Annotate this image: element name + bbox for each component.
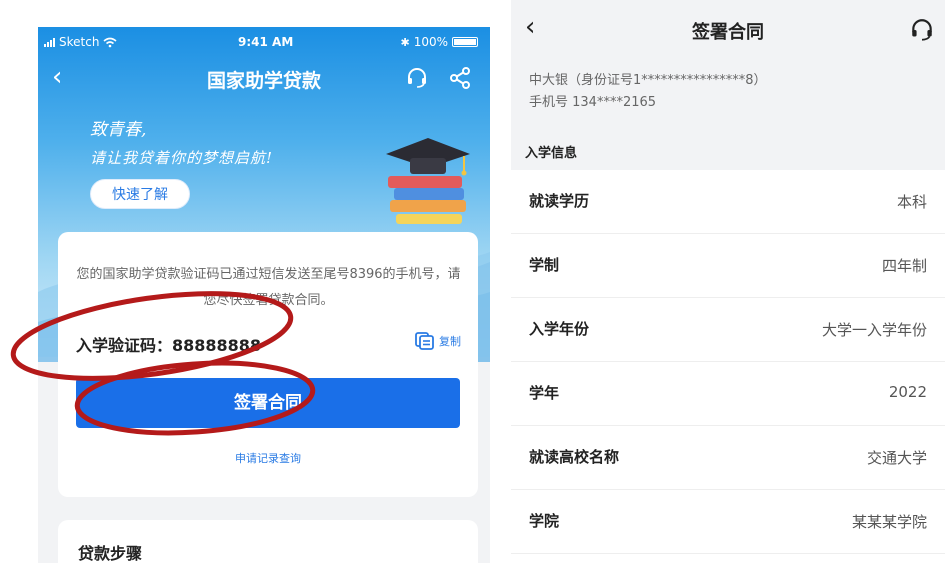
sms-notice: 您的国家助学贷款验证码已通过短信发送至尾号8396的手机号，请您尽快签署贷款合同… xyxy=(76,267,461,308)
graduation-books-illustration xyxy=(386,138,470,224)
list-item[interactable]: 学年 2022 xyxy=(511,362,945,426)
nav-bar: ‹ 签署合同 xyxy=(511,0,945,60)
signal-icon xyxy=(44,37,55,47)
enrollment-code: 入学验证码：88888888 xyxy=(76,336,262,355)
page-title: 签署合同 xyxy=(692,22,764,43)
section-title: 入学信息 xyxy=(525,146,578,161)
enrollment-info-list: 就读学历 本科 学制 四年制 入学年份 大学一入学年份 学年 2022 就读高校… xyxy=(511,170,945,563)
list-item[interactable]: 就读高校名称 交通大学 xyxy=(511,426,945,490)
field-label: 入学年份 xyxy=(529,320,590,338)
field-value: 本科 xyxy=(896,193,927,211)
borrower-phone: 手机号 134****2165 xyxy=(529,95,657,110)
headset-icon[interactable] xyxy=(405,66,429,90)
nav-bar: ‹ 国家助学贷款 xyxy=(38,60,490,96)
list-item[interactable]: 学制 四年制 xyxy=(511,234,945,298)
sign-contract-screen: ‹ 签署合同 中大银（身份证号1****************8） 手机号 1… xyxy=(511,0,945,563)
field-value: 2022 xyxy=(888,383,927,401)
field-value: 四年制 xyxy=(881,257,927,275)
verification-card: 您的国家助学贷款验证码已通过短信发送至尾号8396的手机号，请您尽快签署贷款合同… xyxy=(58,232,478,497)
headset-icon[interactable] xyxy=(909,17,935,43)
screen: Sketch 9:41 AM ✱ 100% ‹ 国家助学贷款 致青春, 请让我贷… xyxy=(0,0,945,563)
loan-steps-title: 贷款步骤 xyxy=(78,544,143,563)
field-value: 大学一入学年份 xyxy=(821,321,927,339)
field-label: 学制 xyxy=(529,256,560,274)
field-value: 某某某学院 xyxy=(851,513,927,531)
clock: 9:41 AM xyxy=(238,35,294,49)
slogan-line-1: 致青春, xyxy=(90,120,147,140)
field-label: 学院 xyxy=(529,512,560,530)
sign-contract-button[interactable]: 签署合同 xyxy=(76,378,460,428)
borrower-name-id: 中大银（身份证号1****************8） xyxy=(529,73,767,88)
battery-percent: 100% xyxy=(413,35,448,49)
list-item[interactable]: 入学年份 大学一入学年份 xyxy=(511,298,945,362)
field-value: 交通大学 xyxy=(866,449,927,467)
loan-home-screen: Sketch 9:41 AM ✱ 100% ‹ 国家助学贷款 致青春, 请让我贷… xyxy=(38,27,490,563)
application-record-link[interactable]: 申请记录查询 xyxy=(58,450,478,466)
field-label: 就读高校名称 xyxy=(529,448,620,466)
field-label: 学年 xyxy=(529,384,560,402)
loan-steps-card: 贷款步骤 xyxy=(58,520,478,563)
copy-icon xyxy=(415,332,434,350)
copy-label: 复制 xyxy=(439,335,461,348)
enrollment-code-row: 入学验证码：88888888 复制 xyxy=(76,332,461,356)
share-icon[interactable] xyxy=(448,66,472,90)
quick-learn-button[interactable]: 快速了解 xyxy=(90,179,190,209)
copy-button[interactable]: 复制 xyxy=(415,332,461,350)
bluetooth-icon: ✱ xyxy=(400,35,410,49)
list-item[interactable]: 学院 某某某学院 xyxy=(511,490,945,554)
field-label: 就读学历 xyxy=(529,192,590,210)
list-item[interactable]: 就读学历 本科 xyxy=(511,170,945,234)
wifi-icon xyxy=(103,37,117,47)
slogan-line-2: 请让我贷着你的梦想启航! xyxy=(90,149,274,167)
borrower-info: 中大银（身份证号1****************8） 手机号 134****2… xyxy=(529,70,767,114)
status-bar: Sketch 9:41 AM ✱ 100% xyxy=(38,27,490,57)
carrier-name: Sketch xyxy=(59,35,100,49)
battery-icon xyxy=(452,37,478,47)
